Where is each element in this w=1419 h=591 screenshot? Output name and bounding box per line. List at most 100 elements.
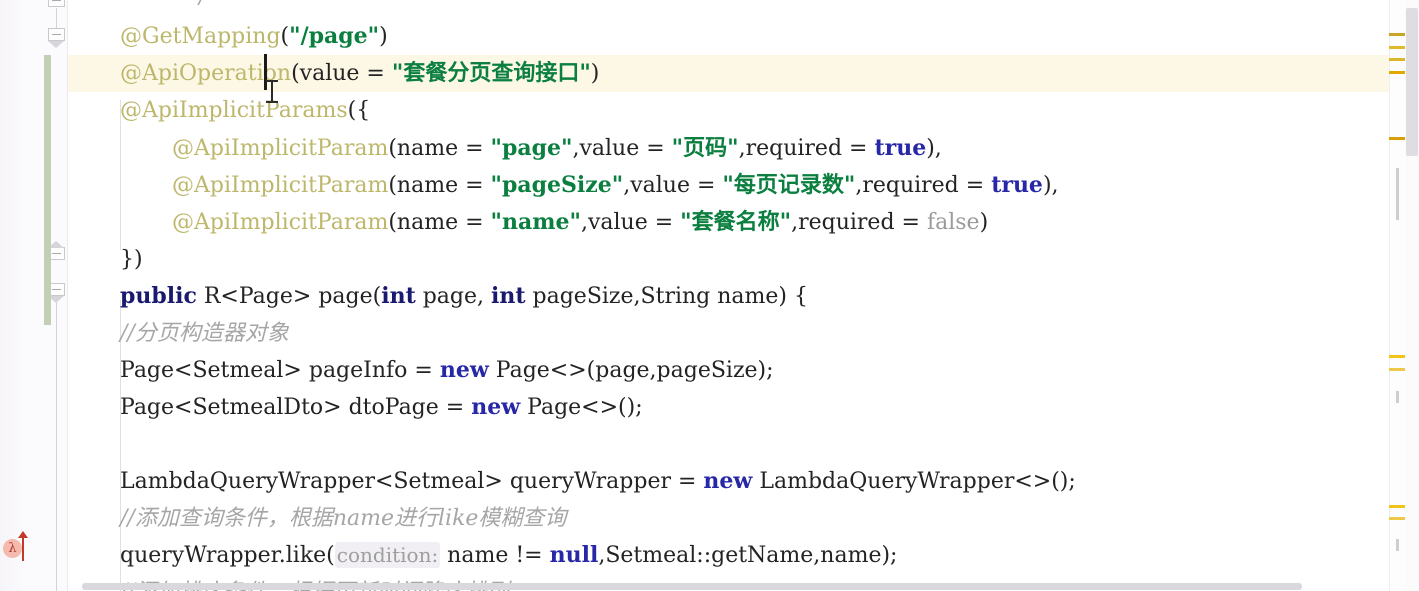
code-token: new (471, 394, 521, 420)
horizontal-scrollbar-thumb[interactable] (82, 583, 1302, 590)
code-token: ,required = (855, 173, 992, 198)
vertical-scrollbar-track[interactable] (1405, 0, 1419, 591)
code-token: ( (280, 24, 290, 49)
clipped-javadoc-end: */ (188, 0, 206, 9)
code-token: "pageSize" (490, 172, 624, 198)
warning-stripe-marker[interactable] (1389, 33, 1405, 36)
code-token: Page<>(page,pageSize); (488, 358, 774, 383)
code-token: R<Page> page( (196, 284, 382, 309)
code-line[interactable]: @ApiOperation(value = "套餐分页查询接口") (120, 55, 599, 92)
error-stripe-marker-gutter[interactable] (1389, 0, 1419, 591)
minus-icon (52, 289, 61, 290)
code-token: (name = (388, 173, 491, 198)
code-line[interactable]: @ApiImplicitParam(name = "name",value = … (172, 204, 988, 241)
code-token: LambdaQueryWrapper<>(); (752, 469, 1076, 494)
code-token: page, (415, 284, 492, 309)
code-line[interactable]: public R<Page> page(int page, int pageSi… (120, 278, 808, 315)
vertical-scrollbar-thumb[interactable] (1406, 8, 1418, 156)
code-token: pageSize,String name) { (525, 284, 808, 309)
code-line[interactable]: //分页构造器对象 (120, 315, 289, 352)
code-token: new (703, 468, 753, 494)
warning-stripe-marker[interactable] (1389, 137, 1405, 140)
code-token: Page<Setmeal> pageInfo = (120, 358, 440, 383)
code-token: //添加查询条件，根据name进行like模糊查询 (120, 506, 567, 531)
mouse-ibeam-cursor (266, 80, 278, 104)
code-token: true (991, 172, 1043, 198)
warning-stripe-marker[interactable] (1389, 46, 1405, 49)
code-token: @ApiImplicitParam (172, 173, 389, 198)
mini-marker[interactable] (1396, 539, 1399, 551)
code-token: ) (379, 24, 388, 49)
code-token: "page" (490, 135, 573, 161)
code-token: "套餐名称" (680, 209, 792, 235)
code-token: condition: (334, 542, 441, 568)
code-token: LambdaQueryWrapper<Setmeal> queryWrapper… (120, 469, 704, 494)
ibeam-bottom-bar (266, 101, 278, 103)
implemented-method-arrow-icon[interactable] (18, 531, 28, 561)
code-token: ({ (347, 98, 371, 123)
code-token: ,required = (791, 210, 927, 235)
code-line[interactable]: Page<SetmealDto> dtoPage = new Page<>(); (120, 389, 643, 426)
code-token: queryWrapper.like( (120, 543, 335, 568)
code-line[interactable]: }) (120, 241, 143, 278)
code-token: (name = (388, 210, 491, 235)
fold-marker-collapse[interactable] (48, 0, 65, 7)
warning-stripe-marker[interactable] (1389, 355, 1405, 358)
code-token: (value = (291, 61, 392, 86)
warning-stripe-marker[interactable] (1389, 71, 1405, 74)
code-token: ,required = (738, 136, 875, 161)
code-token: name != (440, 543, 550, 568)
code-token: @ApiImplicitParams (120, 98, 348, 123)
code-token: @ApiImplicitParam (172, 136, 389, 161)
code-token: "套餐分页查询接口" (391, 60, 591, 86)
minus-icon (52, 34, 61, 35)
code-token: true (874, 135, 927, 161)
code-token: "name" (490, 209, 581, 235)
code-token: new (439, 357, 489, 383)
code-token: (name = (388, 136, 491, 161)
code-token: null (549, 542, 599, 568)
code-line[interactable]: @ApiImplicitParam(name = "page",value = … (172, 130, 942, 167)
code-line[interactable]: queryWrapper.like(condition: name != nul… (120, 537, 897, 574)
code-token: ,value = (580, 210, 681, 235)
code-token: ), (1042, 173, 1059, 198)
editor-gutter[interactable]: λ (0, 0, 68, 591)
code-token: public (120, 283, 197, 309)
code-editor[interactable]: λ */ @GetMapping("/page")@ApiOperation(v… (0, 0, 1419, 591)
code-token: int (491, 283, 526, 309)
ibeam-stem (271, 82, 273, 102)
code-line[interactable]: @ApiImplicitParams({ (120, 92, 370, 129)
warning-stripe-marker[interactable] (1389, 505, 1405, 508)
minus-icon (52, 0, 61, 1)
warning-stripe-marker[interactable] (1389, 58, 1405, 61)
fold-arrow-down-icon[interactable] (48, 41, 64, 48)
gutter-shade (0, 0, 26, 591)
warning-stripe-marker[interactable] (1389, 517, 1405, 520)
mini-marker[interactable] (1396, 168, 1399, 220)
code-token: @ApiImplicitParam (172, 210, 389, 235)
code-token: ,Setmeal::getName,name); (598, 543, 898, 568)
fold-marker-collapse[interactable] (48, 28, 65, 41)
code-token: "页码" (671, 135, 739, 161)
warning-stripe-marker[interactable] (1389, 368, 1405, 371)
code-token: false (926, 210, 980, 235)
horizontal-scrollbar-track[interactable] (68, 581, 1389, 591)
code-line[interactable]: //添加查询条件，根据name进行like模糊查询 (120, 500, 566, 537)
code-token: int (381, 283, 416, 309)
vcs-change-bar[interactable] (44, 55, 51, 325)
code-line[interactable]: @GetMapping("/page") (120, 18, 388, 55)
code-token: }) (120, 247, 143, 272)
code-line[interactable]: Page<Setmeal> pageInfo = new Page<>(page… (120, 352, 774, 389)
lambda-gutter-icon[interactable]: λ (3, 539, 22, 558)
code-token: //分页构造器对象 (120, 321, 289, 346)
code-token: ,value = (572, 136, 672, 161)
mini-marker[interactable] (1396, 391, 1399, 403)
fold-connector-line (56, 296, 57, 591)
code-line[interactable]: @ApiImplicitParam(name = "pageSize",valu… (172, 167, 1059, 204)
code-token: Page<SetmealDto> dtoPage = (120, 395, 472, 420)
code-line[interactable]: LambdaQueryWrapper<Setmeal> queryWrapper… (120, 463, 1076, 500)
code-token: ,value = (623, 173, 723, 198)
code-content-area[interactable]: */ @GetMapping("/page")@ApiOperation(val… (68, 0, 1389, 591)
code-token: "每页记录数" (722, 172, 856, 198)
code-token: @GetMapping (120, 24, 281, 49)
